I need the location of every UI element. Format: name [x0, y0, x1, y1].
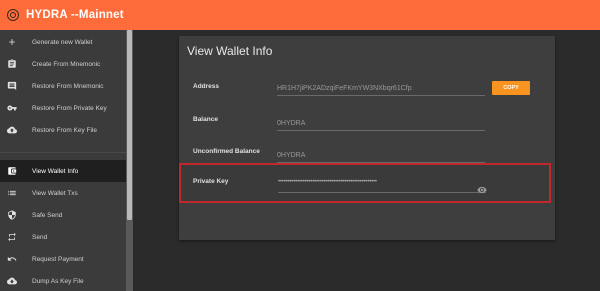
hydra-logo-icon — [7, 9, 19, 21]
sidebar-item-generate-wallet[interactable]: Generate new Wallet — [0, 31, 126, 53]
sidebar-item-label: Dump As Key File — [32, 277, 84, 285]
sidebar-item-dump-as-key-file[interactable]: Dump As Key File — [0, 270, 126, 291]
address-label: Address — [193, 83, 220, 90]
sidebar-item-create-from-mnemonic[interactable]: Create From Mnemonic — [0, 53, 126, 75]
sidebar-item-request-payment[interactable]: Request Payment — [0, 248, 126, 270]
sidebar-item-label: Request Payment — [32, 255, 84, 263]
sidebar-item-label: Restore From Mnemonic — [32, 82, 104, 90]
sidebar-item-label: Send — [32, 233, 48, 241]
address-underline — [277, 95, 485, 96]
sidebar-item-label: View Wallet Txs — [32, 189, 78, 197]
sidebar: Generate new Wallet Create From Mnemonic… — [0, 30, 126, 291]
comment-icon — [7, 81, 17, 91]
sidebar-item-safe-send[interactable]: Safe Send — [0, 204, 126, 226]
wallet-info-card: View Wallet Info Address HR1H7jiPK2ADzqi… — [179, 36, 555, 240]
list-icon — [7, 188, 17, 198]
sidebar-item-label: Restore From Private Key — [32, 104, 107, 112]
sidebar-item-label: Generate new Wallet — [32, 38, 93, 46]
sidebar-item-label: View Wallet Info — [32, 167, 79, 175]
scrollbar-thumb[interactable] — [127, 30, 132, 220]
sidebar-item-label: Safe Send — [32, 211, 63, 219]
private-key-field[interactable]: ••••••••••••••••••••••••••••••••••••••••… — [278, 179, 377, 185]
sidebar-item-restore-from-key-file[interactable]: Restore From Key File — [0, 119, 126, 141]
sidebar-item-view-wallet-info[interactable]: View Wallet Info — [0, 160, 126, 182]
shield-icon — [7, 210, 17, 220]
undo-icon — [7, 254, 17, 264]
sidebar-item-label: Restore From Key File — [32, 126, 98, 134]
sidebar-item-send[interactable]: Send — [0, 226, 126, 248]
balance-label: Balance — [193, 116, 218, 123]
address-value: HR1H7jiPK2ADzqiFeFKmYW3NXbqr61Cfp — [277, 85, 412, 92]
sidebar-item-view-wallet-txs[interactable]: View Wallet Txs — [0, 182, 126, 204]
sidebar-item-restore-from-mnemonic[interactable]: Restore From Mnemonic — [0, 75, 126, 97]
balance-underline — [277, 130, 485, 131]
sidebar-scrollbar[interactable] — [126, 30, 133, 291]
private-key-underline — [278, 192, 486, 193]
sidebar-item-label: Create From Mnemonic — [32, 60, 101, 68]
private-key-label: Private Key — [193, 178, 229, 185]
copy-button[interactable]: COPY — [492, 81, 530, 95]
sidebar-divider — [0, 152, 126, 153]
key-icon — [7, 103, 17, 113]
cloud-download-icon — [7, 276, 17, 286]
unconfirmed-balance-label: Unconfirmed Balance — [193, 148, 260, 155]
app-header: HYDRA --Mainnet — [0, 0, 600, 30]
private-key-highlight: Private Key ••••••••••••••••••••••••••••… — [179, 163, 551, 203]
main-content: View Wallet Info Address HR1H7jiPK2ADzqi… — [133, 30, 600, 291]
unconfirmed-balance-value: 0HYDRA — [277, 152, 306, 159]
wallet-icon — [7, 166, 17, 176]
plus-icon — [7, 37, 17, 47]
eye-icon[interactable] — [477, 182, 487, 194]
balance-value: 0HYDRA — [277, 120, 306, 127]
swap-icon — [7, 232, 17, 242]
app-title: HYDRA --Mainnet — [26, 9, 124, 21]
clipboard-icon — [7, 59, 17, 69]
page-title: View Wallet Info — [187, 44, 273, 58]
sidebar-item-restore-from-private-key[interactable]: Restore From Private Key — [0, 97, 126, 119]
cloud-upload-icon — [7, 125, 17, 135]
